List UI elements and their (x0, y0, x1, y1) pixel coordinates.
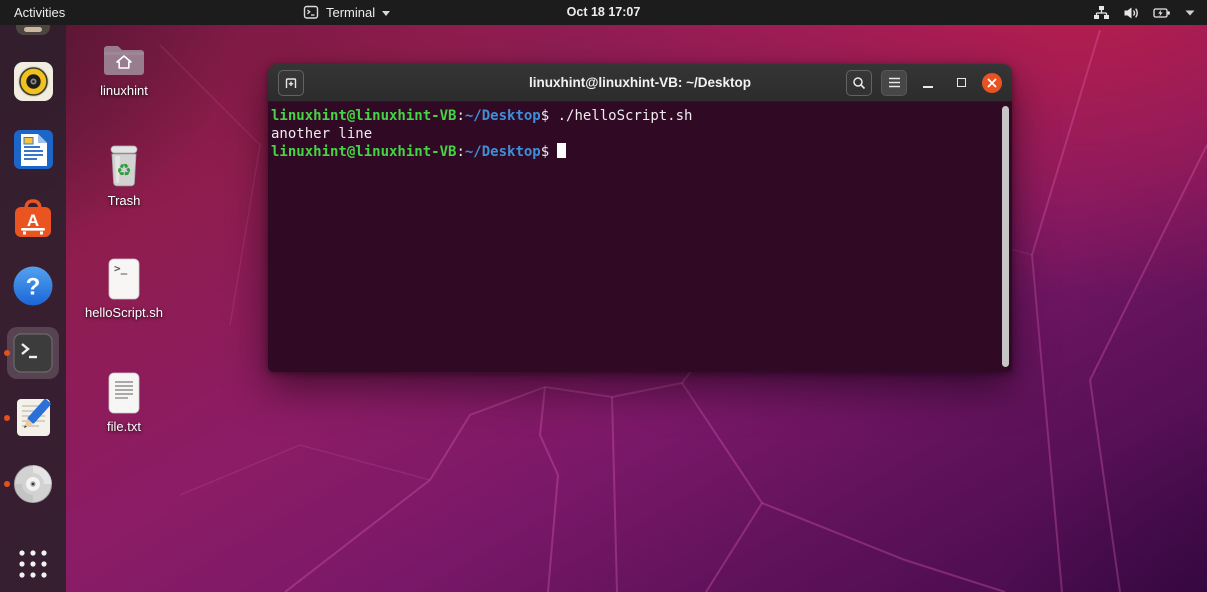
dropdown-arrow-icon (1185, 10, 1195, 16)
maximize-button[interactable] (949, 71, 973, 95)
minimize-button[interactable] (916, 71, 940, 95)
clock[interactable]: Oct 18 17:07 (0, 0, 1207, 25)
help-icon: ? (12, 265, 54, 307)
terminal-line-prompt-2: linuxhint@linuxhint-VB:~/Desktop$ (271, 143, 996, 161)
rhythmbox-icon (13, 61, 54, 102)
ubuntu-desktop: Activities Terminal Oct 18 17:07 (0, 0, 1207, 592)
disc-icon (12, 463, 54, 505)
terminal-content[interactable]: linuxhint@linuxhint-VB:~/Desktop$ ./hell… (268, 102, 1012, 372)
text-file-icon (106, 372, 142, 414)
svg-text:A: A (27, 211, 39, 230)
prompt-path: ~/Desktop (465, 144, 541, 160)
output-text: another line (271, 126, 372, 142)
desktop-icon-trash[interactable]: ♻ Trash (69, 144, 179, 208)
trash-icon: ♻ (104, 144, 144, 188)
dock-item-show-applications[interactable] (0, 545, 66, 583)
shell-script-icon: >_ (106, 258, 142, 300)
dock-item-libreoffice-writer[interactable] (0, 129, 66, 170)
show-apps-icon (14, 545, 52, 583)
terminal-titlebar[interactable]: linuxhint@linuxhint-VB: ~/Desktop (268, 64, 1012, 102)
svg-text:♻: ♻ (116, 161, 131, 181)
running-indicator (4, 415, 10, 421)
desktop-icon-label: linuxhint (69, 83, 179, 98)
new-tab-icon (284, 76, 298, 90)
dock-item-rhythmbox[interactable] (0, 61, 66, 102)
dock-item-disc[interactable] (0, 463, 66, 505)
prompt-dollar: $ (541, 108, 549, 124)
dock-item-terminal[interactable] (0, 327, 66, 379)
desktop-icon-label: Trash (69, 193, 179, 208)
new-tab-button[interactable] (278, 70, 304, 96)
text-editor-icon (13, 397, 54, 438)
desktop-icon-helloscript[interactable]: >_ helloScript.sh (69, 258, 179, 320)
prompt-user: linuxhint@linuxhint-VB (271, 144, 456, 160)
libreoffice-writer-icon (13, 129, 54, 170)
search-button[interactable] (846, 70, 872, 96)
terminal-icon (13, 333, 53, 373)
prompt-user: linuxhint@linuxhint-VB (271, 108, 456, 124)
prompt-separator: : (456, 144, 464, 160)
battery-charging-icon (1153, 5, 1172, 21)
home-folder-icon (101, 40, 147, 78)
prompt-path: ~/Desktop (465, 108, 541, 124)
command-text: ./helloScript.sh (549, 108, 692, 124)
running-indicator (4, 481, 10, 487)
ubuntu-software-icon: A (12, 197, 54, 240)
terminal-window: linuxhint@linuxhint-VB: ~/Desktop (268, 64, 1012, 372)
prompt-separator: : (456, 108, 464, 124)
close-icon (987, 78, 997, 88)
prompt-dollar: $ (541, 144, 549, 160)
svg-text:>_: >_ (114, 262, 128, 275)
top-bar: Activities Terminal Oct 18 17:07 (0, 0, 1207, 25)
desktop-icon-filetxt[interactable]: file.txt (69, 372, 179, 434)
system-tray[interactable] (1093, 0, 1195, 25)
hamburger-menu-icon (888, 77, 901, 88)
svg-text:?: ? (26, 274, 41, 301)
menu-button[interactable] (881, 70, 907, 96)
terminal-line-output: another line (271, 125, 996, 143)
dock-item-text-editor[interactable] (0, 397, 66, 438)
running-indicator (4, 350, 10, 356)
terminal-cursor (557, 143, 566, 158)
dock-item-ubuntu-software[interactable]: A (0, 197, 66, 240)
maximize-icon (957, 78, 966, 87)
terminal-line-prompt-1: linuxhint@linuxhint-VB:~/Desktop$ ./hell… (271, 107, 996, 125)
terminal-scrollbar[interactable] (1002, 106, 1009, 367)
minimize-icon (923, 86, 933, 88)
close-button[interactable] (982, 73, 1002, 93)
dock: A ? (0, 25, 66, 592)
dock-item-help[interactable]: ? (0, 265, 66, 307)
desktop-icon-linuxhint[interactable]: linuxhint (69, 40, 179, 98)
desktop-icon-label: file.txt (69, 419, 179, 434)
active-app-tile (7, 327, 59, 379)
desktop-icon-label: helloScript.sh (69, 305, 179, 320)
volume-icon (1123, 5, 1140, 21)
search-icon (852, 76, 866, 90)
network-wired-icon (1093, 5, 1110, 21)
